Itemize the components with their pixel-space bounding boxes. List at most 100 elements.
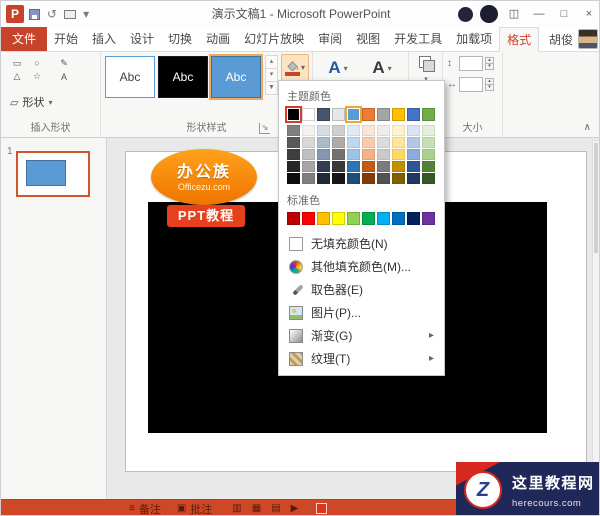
view-reading-button[interactable]: ▤ xyxy=(271,503,280,514)
color-swatch[interactable] xyxy=(347,173,360,184)
text-box-icon[interactable]: A xyxy=(55,71,73,83)
slide-thumbnail[interactable] xyxy=(16,151,90,197)
color-swatch[interactable] xyxy=(287,108,300,121)
account-area[interactable]: 胡俊 xyxy=(549,27,600,51)
color-swatch[interactable] xyxy=(287,212,300,225)
save-icon[interactable] xyxy=(29,9,40,20)
user-avatar[interactable] xyxy=(578,29,598,49)
tab-file[interactable]: 文件 xyxy=(1,27,47,51)
color-swatch[interactable] xyxy=(317,108,330,121)
edit-shape-icon[interactable]: ✎ xyxy=(55,57,73,69)
color-swatch[interactable] xyxy=(332,137,345,148)
comments-button[interactable]: ▣ 批注 xyxy=(177,501,212,516)
color-swatch[interactable] xyxy=(377,137,390,148)
ribbon-tab[interactable]: 幻灯片放映 xyxy=(237,27,311,51)
spin-down-icon[interactable]: ▾ xyxy=(485,84,494,91)
maximize-button[interactable]: □ xyxy=(555,4,573,24)
color-swatch[interactable] xyxy=(332,173,345,184)
ribbon-tab[interactable]: 设计 xyxy=(123,27,161,51)
color-swatch[interactable] xyxy=(347,108,360,121)
menu-item-texture[interactable]: 纹理(T)▸ xyxy=(287,347,436,370)
color-swatch[interactable] xyxy=(422,125,435,136)
color-swatch[interactable] xyxy=(422,212,435,225)
color-swatch[interactable] xyxy=(362,137,375,148)
color-swatch[interactable] xyxy=(362,108,375,121)
customize-qat-icon[interactable]: ▾ xyxy=(83,8,89,20)
color-swatch[interactable] xyxy=(347,212,360,225)
ribbon-tab[interactable]: 开始 xyxy=(47,27,85,51)
color-swatch[interactable] xyxy=(302,108,315,121)
color-swatch[interactable] xyxy=(422,173,435,184)
view-normal-button[interactable]: ▥ xyxy=(232,503,241,514)
color-swatch[interactable] xyxy=(302,125,315,136)
color-swatch[interactable] xyxy=(317,125,330,136)
color-swatch[interactable] xyxy=(332,161,345,172)
color-swatch[interactable] xyxy=(407,161,420,172)
menu-item-no-fill[interactable]: 无填充颜色(N) xyxy=(287,232,436,255)
undo-icon[interactable]: ↺ xyxy=(47,8,57,20)
view-sorter-button[interactable]: ▦ xyxy=(252,503,261,514)
color-swatch[interactable] xyxy=(347,161,360,172)
view-slideshow-button[interactable]: ▶ xyxy=(291,503,299,514)
color-swatch[interactable] xyxy=(407,173,420,184)
color-swatch[interactable] xyxy=(317,173,330,184)
color-swatch[interactable] xyxy=(332,125,345,136)
ribbon-tab[interactable]: 插入 xyxy=(85,27,123,51)
color-swatch[interactable] xyxy=(407,137,420,148)
color-swatch[interactable] xyxy=(407,125,420,136)
ribbon-tab[interactable]: 切换 xyxy=(161,27,199,51)
color-swatch[interactable] xyxy=(302,161,315,172)
minimize-button[interactable]: — xyxy=(530,4,548,24)
spin-down-icon[interactable]: ▾ xyxy=(485,63,494,70)
close-button[interactable]: × xyxy=(580,4,598,24)
color-swatch[interactable] xyxy=(287,137,300,148)
color-swatch[interactable] xyxy=(287,161,300,172)
color-swatch[interactable] xyxy=(332,212,345,225)
ribbon-tab[interactable]: 开发工具 xyxy=(387,27,449,51)
shape-glyph-button[interactable]: ☆ xyxy=(27,70,47,83)
color-swatch[interactable] xyxy=(362,161,375,172)
color-swatch[interactable] xyxy=(302,173,315,184)
color-swatch[interactable] xyxy=(422,161,435,172)
color-swatch[interactable] xyxy=(317,212,330,225)
menu-item-color-wheel[interactable]: 其他填充颜色(M)... xyxy=(287,255,436,278)
color-swatch[interactable] xyxy=(287,149,300,160)
shape-style-sample[interactable]: Abc xyxy=(105,56,155,98)
color-swatch[interactable] xyxy=(422,108,435,121)
shape-style-sample[interactable]: Abc xyxy=(158,56,208,98)
color-swatch[interactable] xyxy=(362,149,375,160)
color-swatch[interactable] xyxy=(347,149,360,160)
shape-glyph-button[interactable]: ○ xyxy=(27,57,47,70)
color-swatch[interactable] xyxy=(392,125,405,136)
color-swatch[interactable] xyxy=(377,173,390,184)
scrollbar-thumb[interactable] xyxy=(594,143,598,253)
color-swatch[interactable] xyxy=(392,137,405,148)
text-fill-button[interactable]: A ▾ xyxy=(319,55,357,81)
shape-style-sample[interactable]: Abc xyxy=(211,56,261,98)
color-swatch[interactable] xyxy=(392,161,405,172)
color-swatch[interactable] xyxy=(317,137,330,148)
ribbon-tab[interactable]: 加载项 xyxy=(449,27,499,51)
color-swatch[interactable] xyxy=(362,173,375,184)
color-swatch[interactable] xyxy=(407,108,420,121)
shapes-button[interactable]: ▱ 形状 ▾ xyxy=(7,88,73,116)
color-swatch[interactable] xyxy=(422,137,435,148)
color-swatch[interactable] xyxy=(377,108,390,121)
color-swatch[interactable] xyxy=(332,108,345,121)
color-swatch[interactable] xyxy=(317,149,330,160)
ribbon-display-options-icon[interactable]: ◫ xyxy=(505,4,523,24)
text-outline-button[interactable]: A ▾ xyxy=(363,55,401,81)
gallery-up-icon[interactable]: ▴ xyxy=(265,55,278,69)
color-swatch[interactable] xyxy=(377,161,390,172)
color-swatch[interactable] xyxy=(302,137,315,148)
shape-glyph-button[interactable]: △ xyxy=(7,70,27,83)
color-swatch[interactable] xyxy=(392,173,405,184)
color-swatch[interactable] xyxy=(287,173,300,184)
menu-item-picture[interactable]: 图片(P)... xyxy=(287,301,436,324)
color-swatch[interactable] xyxy=(317,161,330,172)
vertical-scrollbar[interactable] xyxy=(592,140,600,480)
collapse-ribbon-icon[interactable]: ∧ xyxy=(584,122,591,133)
ribbon-tab[interactable]: 审阅 xyxy=(311,27,349,51)
height-input[interactable] xyxy=(459,56,483,71)
color-swatch[interactable] xyxy=(392,149,405,160)
